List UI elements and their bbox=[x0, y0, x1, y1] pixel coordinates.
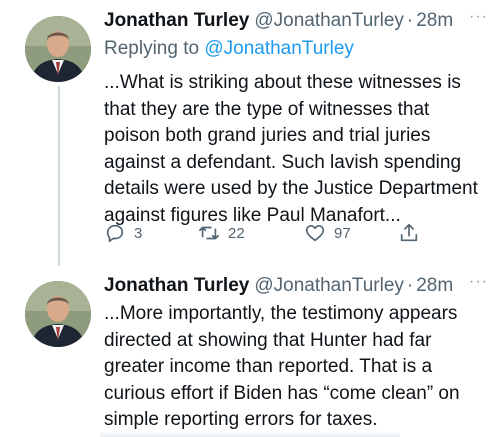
more-options-icon[interactable]: ··· bbox=[469, 8, 488, 26]
heart-icon bbox=[305, 225, 325, 242]
tweet-actions: 3 22 97 bbox=[104, 222, 444, 252]
tweet[interactable]: Jonathan Turley @JonathanTurley · 28m ··… bbox=[0, 0, 500, 268]
replying-to: Replying to @JonathanTurley bbox=[104, 36, 488, 62]
reply-icon bbox=[106, 224, 124, 243]
next-tweet-edge bbox=[100, 431, 400, 437]
avatar-photo bbox=[25, 16, 91, 82]
separator-dot: · bbox=[406, 275, 414, 296]
like-button[interactable]: 97 bbox=[304, 222, 351, 244]
tweet-text: ...What is striking about these witnesse… bbox=[104, 72, 478, 226]
retweet-button[interactable]: 22 bbox=[198, 222, 245, 244]
avatar-photo bbox=[25, 281, 91, 347]
tweet-header: Jonathan Turley @JonathanTurley · 28m bbox=[104, 8, 488, 34]
retweet-icon bbox=[199, 226, 219, 240]
retweet-count: 22 bbox=[228, 224, 245, 242]
reply-button[interactable]: 3 bbox=[104, 222, 142, 244]
reply-count: 3 bbox=[134, 224, 143, 242]
separator-dot: · bbox=[406, 10, 414, 31]
share-button[interactable] bbox=[398, 222, 420, 244]
tweet-text: ...More importantly, the testimony appea… bbox=[104, 303, 460, 430]
replying-to-mention[interactable]: @JonathanTurley bbox=[204, 38, 354, 59]
tweet[interactable]: Jonathan Turley @JonathanTurley · 28m ··… bbox=[0, 268, 500, 437]
author-handle[interactable]: @JonathanTurley bbox=[254, 273, 404, 299]
timestamp[interactable]: 28m bbox=[416, 8, 453, 34]
share-icon bbox=[400, 223, 418, 242]
avatar[interactable] bbox=[25, 281, 91, 347]
timestamp[interactable]: 28m bbox=[416, 273, 453, 299]
author-handle[interactable]: @JonathanTurley bbox=[254, 8, 404, 34]
tweet-header: Jonathan Turley @JonathanTurley · 28m bbox=[104, 273, 488, 299]
author-name[interactable]: Jonathan Turley bbox=[104, 8, 249, 34]
author-name[interactable]: Jonathan Turley bbox=[104, 273, 249, 299]
like-count: 97 bbox=[334, 224, 351, 242]
avatar[interactable] bbox=[25, 16, 91, 82]
replying-to-label: Replying to bbox=[104, 38, 200, 59]
more-options-icon[interactable]: ··· bbox=[469, 273, 488, 291]
